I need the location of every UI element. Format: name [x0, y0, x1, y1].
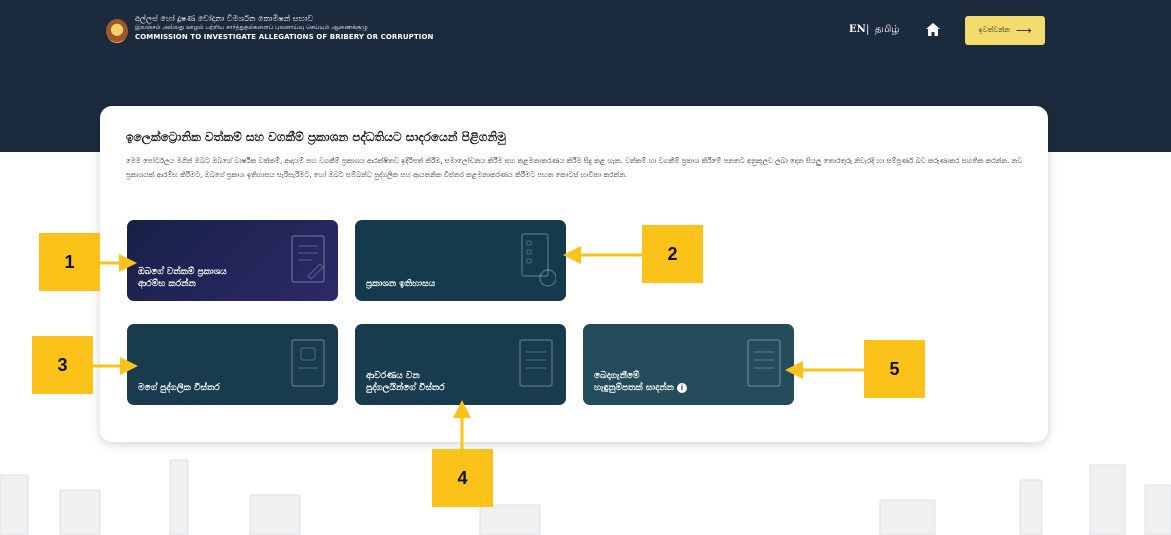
callout-1: 1 — [39, 233, 100, 291]
my-personal-details-tile[interactable]: මගේ පුද්ගලික විස්තර — [127, 324, 338, 405]
home-icon[interactable] — [926, 23, 940, 36]
callout-5: 5 — [864, 340, 925, 398]
language-tamil-link[interactable]: தமிழ் — [875, 24, 899, 36]
create-sharing-id-tile[interactable]: බෙදාගැනීමේ හැඳුනුම්පතක් සාදන්න i — [583, 324, 794, 405]
tile-label: ආවරණය වන පුද්ගලයින්ගේ විස්තර — [366, 371, 445, 393]
tile-label: ඔබගේ වත්කම් ප්‍රකාශය ආරම්භ කරන්න — [138, 267, 227, 289]
org-name-sinhala: අල්ලස් හෝ දූෂණ චෝදනා විමර්ශන කොමිෂන් සභා… — [135, 14, 314, 23]
language-separator: | — [866, 24, 870, 35]
callout-3: 3 — [32, 336, 93, 394]
page-title: ඉලෙක්ට්‍රොනික වත්කම් සහ වගකීම් ප්‍රකාශන … — [126, 130, 506, 144]
user-profile-icon — [291, 339, 325, 387]
document-icon — [519, 339, 553, 387]
tile-label: බෙදාගැනීමේ හැඳුනුම්පතක් සාදන්න i — [594, 370, 687, 394]
page-description: මෙම පෝර්ටලය මගින් ඔබට ඔබගේ වාර්ෂික වත්කම… — [126, 157, 1023, 179]
declaration-history-tile[interactable]: ප්‍රකාශන ඉතිහාසය — [355, 220, 566, 301]
logout-button-label: ඉවත්වන්න — [978, 26, 1010, 34]
logout-button[interactable]: ඉවත්වන්න ⟶ — [965, 16, 1045, 45]
org-name-english: COMMISSION TO INVESTIGATE ALLEGATIONS OF… — [135, 33, 434, 41]
commission-logo — [106, 19, 128, 43]
document-icon — [747, 339, 781, 387]
organization-name: අල්ලස් හෝ දූෂණ චෝදනා විමර්ශන කොමිෂන් සභා… — [135, 14, 434, 42]
org-name-tamil: இலஞ்சம் அல்லது ஊழல் பற்றிய சார்த்துதல்கள… — [135, 24, 368, 31]
tile-label: මගේ පුද්ගලික විස්තර — [138, 383, 220, 393]
city-skyline-illustration — [0, 459, 1171, 535]
callout-4: 4 — [432, 449, 493, 507]
callout-2: 2 — [642, 225, 703, 283]
document-edit-icon — [291, 235, 325, 283]
arrow-right-icon: ⟶ — [1015, 24, 1032, 37]
tile-label-text: බෙදාගැනීමේ හැඳුනුම්පතක් සාදන්න — [594, 371, 674, 393]
start-declaration-tile[interactable]: ඔබගේ වත්කම් ප්‍රකාශය ආරම්භ කරන්න — [127, 220, 338, 301]
history-icon — [521, 233, 556, 287]
info-icon[interactable]: i — [677, 382, 687, 393]
covered-persons-details-tile[interactable]: ආවරණය වන පුද්ගලයින්ගේ විස්තර — [355, 324, 566, 405]
language-english-link[interactable]: EN — [849, 24, 866, 35]
tile-label: ප්‍රකාශන ඉතිහාසය — [366, 279, 436, 289]
